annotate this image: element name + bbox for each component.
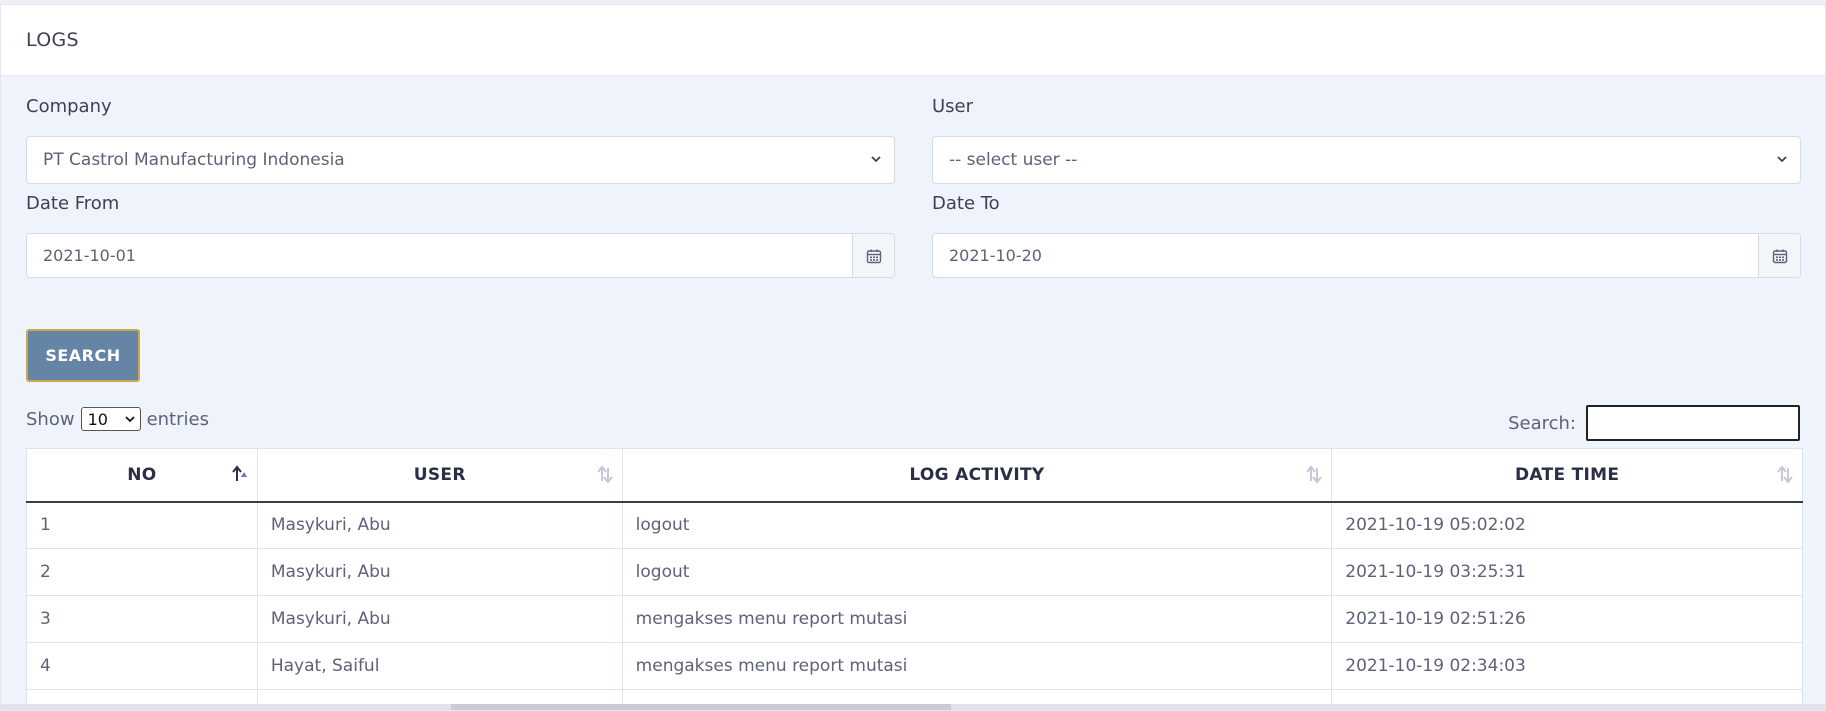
table-header-row: NO USER LOG ACTIVITY DATE TIME [26,448,1803,503]
cell-no: 2 [26,548,258,596]
cell-no: 1 [26,501,258,549]
card-header: LOGS [1,5,1825,76]
cell-activity: mengakses menu report mutasi [621,642,1333,690]
entries-label: entries [146,408,209,430]
entries-value: 10 [87,409,108,429]
table-row: 3 Masykuri, Abu mengakses menu report mu… [26,595,1803,643]
cell-user: Masykuri, Abu [256,595,623,643]
user-select[interactable]: -- select user -- [932,136,1801,184]
cell-datetime: 2021-10-19 05:02:02 [1331,501,1803,549]
company-select[interactable]: PT Castrol Manufacturing Indonesia [26,136,895,184]
table-row: 1 Masykuri, Abu logout 2021-10-19 05:02:… [26,501,1803,549]
show-label: Show [26,408,75,430]
cell-no: 4 [26,642,258,690]
calendar-icon [866,249,881,263]
sort-asc-icon [232,465,247,481]
chevron-down-icon [1777,156,1787,163]
column-label: NO [127,464,157,485]
date-from-label: Date From [26,193,120,214]
column-header-no[interactable]: NO [26,448,258,503]
cell-datetime: 2021-10-19 03:25:31 [1331,548,1803,596]
scrollbar-thumb[interactable] [451,704,951,710]
user-select-value: -- select user -- [949,150,1078,170]
company-label: Company [26,96,112,117]
chevron-down-icon [871,156,881,163]
page-title: LOGS [26,29,79,51]
cell-datetime: 2021-10-19 02:34:03 [1331,642,1803,690]
calendar-icon [1772,249,1787,263]
cell-activity: logout [621,501,1333,549]
company-select-value: PT Castrol Manufacturing Indonesia [43,150,345,170]
cell-activity: logout [621,548,1333,596]
chevron-down-icon [124,416,135,423]
date-from-field[interactable]: 2021-10-01 [26,233,895,278]
sort-icon [1306,465,1323,484]
logs-table: NO USER LOG ACTIVITY DATE TIME 1 Masykur… [26,448,1803,710]
date-to-value: 2021-10-20 [949,246,1042,265]
cell-no: 3 [26,595,258,643]
cell-activity: mengakses menu report mutasi [621,595,1333,643]
user-label: User [932,96,974,117]
show-entries: Show 10 entries [26,407,209,431]
sort-icon [1777,465,1793,484]
column-label: USER [413,464,466,485]
column-header-log-activity[interactable]: LOG ACTIVITY [621,448,1333,503]
date-from-value: 2021-10-01 [43,246,136,265]
cell-datetime: 2021-10-19 02:51:26 [1331,595,1803,643]
column-label: LOG ACTIVITY [909,464,1045,485]
column-label: DATE TIME [1515,464,1620,485]
entries-select[interactable]: 10 [80,407,141,431]
horizontal-scrollbar[interactable] [1,704,1825,710]
date-from-picker-button[interactable] [852,234,894,277]
table-search: Search: [1508,405,1800,441]
cell-user: Masykuri, Abu [256,501,623,549]
column-header-date-time[interactable]: DATE TIME [1331,448,1803,503]
search-button[interactable]: SEARCH [26,329,140,382]
sort-icon [596,465,613,484]
cell-user: Hayat, Saiful [256,642,623,690]
cell-user: Masykuri, Abu [256,548,623,596]
table-row: 4 Hayat, Saiful mengakses menu report mu… [26,642,1803,690]
search-label: Search: [1508,412,1576,434]
date-to-picker-button[interactable] [1758,234,1800,277]
search-input[interactable] [1586,405,1800,441]
table-row: 2 Masykuri, Abu logout 2021-10-19 03:25:… [26,548,1803,596]
logs-card: LOGS Company PT Castrol Manufacturing In… [0,4,1826,711]
column-header-user[interactable]: USER [256,448,623,503]
date-to-field[interactable]: 2021-10-20 [932,233,1801,278]
date-to-label: Date To [932,193,1000,214]
